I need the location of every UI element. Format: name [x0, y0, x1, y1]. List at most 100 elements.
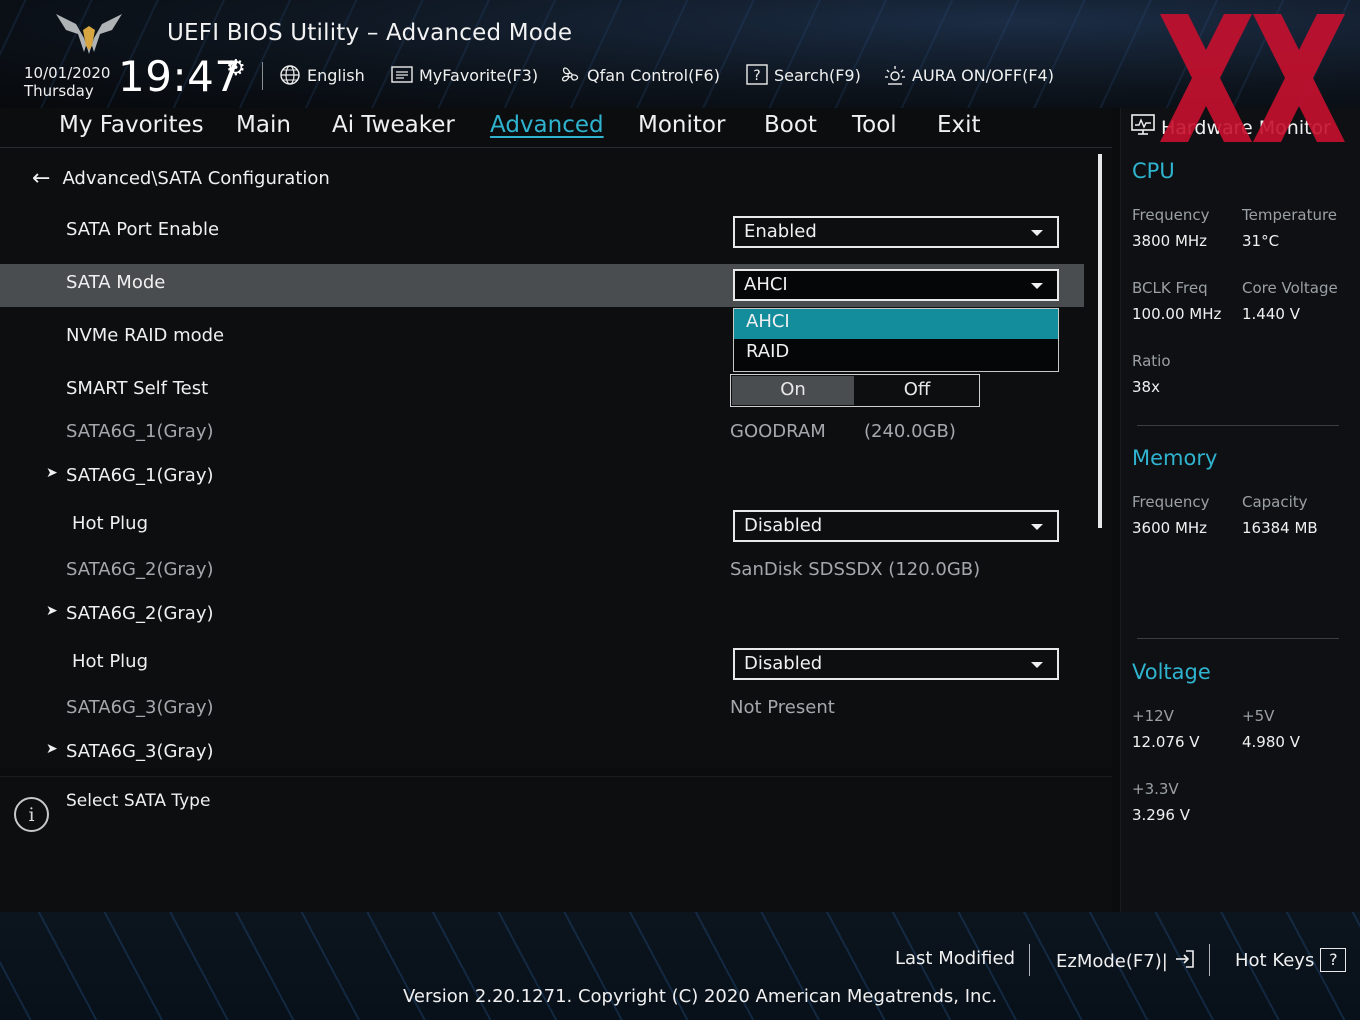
- chevron-right-icon: ➤: [46, 465, 58, 481]
- ratio-value: 38x: [1132, 378, 1160, 396]
- sata-mode-select[interactable]: AHCI: [733, 269, 1059, 301]
- sata-mode-value: AHCI: [744, 274, 788, 295]
- sata-mode-label: SATA Mode: [66, 272, 166, 293]
- tab-advanced[interactable]: Advanced: [490, 112, 604, 138]
- port3-submenu[interactable]: ➤ SATA6G_3(Gray): [46, 741, 214, 762]
- divider: [1029, 944, 1030, 976]
- toggle-off-option[interactable]: Off: [855, 375, 979, 406]
- aura-light-icon: [884, 64, 906, 86]
- divider: [1209, 944, 1210, 976]
- footer-bar: Last Modified EzMode(F7)| Hot Keys ? Ver…: [0, 912, 1360, 1020]
- cpu-heading: CPU: [1132, 159, 1175, 183]
- chevron-right-icon: ➤: [46, 603, 58, 619]
- v33-value: 3.296 V: [1132, 806, 1190, 824]
- smart-self-test-toggle[interactable]: On Off: [730, 374, 980, 407]
- scrollbar[interactable]: [1098, 154, 1102, 528]
- divider: [1137, 425, 1339, 426]
- breadcrumb: ← Advanced\SATA Configuration: [32, 167, 330, 189]
- monitor-icon: [1131, 114, 1155, 141]
- help-text: Select SATA Type: [66, 791, 211, 811]
- port2-hotplug-label: Hot Plug: [72, 651, 149, 672]
- settings-panel: ← Advanced\SATA Configuration SATA Port …: [0, 148, 1112, 768]
- sata-port-enable-value: Enabled: [744, 221, 817, 242]
- hardware-monitor-panel: Hardware Monitor CPU Frequency Temperatu…: [1120, 108, 1360, 912]
- memory-capacity-label: Capacity: [1242, 493, 1308, 511]
- tab-main[interactable]: Main: [236, 112, 291, 138]
- memory-frequency-label: Frequency: [1132, 493, 1210, 511]
- dropdown-option-ahci[interactable]: AHCI: [734, 309, 1058, 339]
- tuf-gaming-logo: [56, 14, 122, 54]
- app-title: UEFI BIOS Utility – Advanced Mode: [167, 20, 573, 46]
- last-modified-button[interactable]: Last Modified: [895, 948, 1015, 969]
- svg-text:?: ?: [753, 68, 760, 84]
- hot-keys-button[interactable]: Hot Keys ?: [1235, 948, 1347, 972]
- bclk-label: BCLK Freq: [1132, 279, 1208, 297]
- gear-icon[interactable]: ⚙: [226, 56, 246, 81]
- voltage-heading: Voltage: [1132, 660, 1211, 684]
- chevron-down-icon: [1031, 230, 1043, 236]
- toggle-on-option[interactable]: On: [731, 375, 855, 406]
- language-button[interactable]: English: [279, 63, 365, 87]
- nvme-raid-label: NVMe RAID mode: [66, 325, 225, 346]
- chevron-down-icon: [1031, 662, 1043, 668]
- tab-boot[interactable]: Boot: [764, 112, 817, 138]
- search-button[interactable]: ? Search(F9): [746, 63, 861, 87]
- cpu-temperature-label: Temperature: [1242, 206, 1338, 224]
- aura-toggle-button[interactable]: AURA ON/OFF(F4): [884, 63, 1054, 87]
- sata-port-enable-select[interactable]: Enabled: [733, 216, 1059, 248]
- myfavorite-label: MyFavorite(F3): [419, 65, 539, 85]
- globe-icon: [279, 64, 301, 86]
- chevron-right-icon: ➤: [46, 741, 58, 757]
- port2-hotplug-value: Disabled: [744, 653, 823, 674]
- hardware-monitor-header: Hardware Monitor: [1131, 114, 1331, 141]
- search-help-icon: ?: [746, 64, 768, 86]
- port1-device-name: GOODRAM: [730, 421, 826, 442]
- sata-port-enable-label: SATA Port Enable: [66, 219, 220, 240]
- qfan-label: Qfan Control(F6): [587, 65, 720, 85]
- dropdown-option-raid[interactable]: RAID: [734, 339, 1058, 369]
- memory-frequency-value: 3600 MHz: [1132, 519, 1208, 537]
- tab-tool[interactable]: Tool: [852, 112, 897, 138]
- port2-hotplug-select[interactable]: Disabled: [733, 648, 1059, 680]
- breadcrumb-path: Advanced\SATA Configuration: [62, 168, 330, 189]
- info-icon: i: [14, 797, 49, 832]
- back-arrow-icon[interactable]: ←: [32, 167, 50, 189]
- header-bar: UEFI BIOS Utility – Advanced Mode 10/01/…: [0, 0, 1360, 108]
- v33-label: +3.3V: [1132, 780, 1179, 798]
- version-text: Version 2.20.1271. Copyright (C) 2020 Am…: [403, 986, 998, 1007]
- port1-hotplug-select[interactable]: Disabled: [733, 510, 1059, 542]
- port2-submenu[interactable]: ➤ SATA6G_2(Gray): [46, 603, 214, 624]
- help-key-icon: ?: [1320, 948, 1347, 972]
- tab-ai-tweaker[interactable]: Ai Tweaker: [332, 112, 455, 138]
- fan-icon: [559, 64, 581, 86]
- port3-device-status: Not Present: [730, 697, 835, 718]
- bclk-value: 100.00 MHz: [1132, 305, 1222, 323]
- tab-monitor[interactable]: Monitor: [638, 112, 725, 138]
- memory-heading: Memory: [1132, 446, 1218, 470]
- clock-time[interactable]: 19:47: [118, 52, 242, 101]
- port2-submenu-label: SATA6G_2(Gray): [66, 603, 214, 624]
- date-display: 10/01/2020 Thursday: [24, 64, 110, 100]
- tab-my-favorites[interactable]: My Favorites: [59, 112, 204, 138]
- port1-submenu[interactable]: ➤ SATA6G_1(Gray): [46, 465, 214, 486]
- ezmode-button[interactable]: EzMode(F7)|: [1056, 948, 1196, 975]
- divider: [1137, 638, 1339, 639]
- port2-device-name: SanDisk SDSSDX (120.0GB): [730, 559, 981, 580]
- myfavorite-button[interactable]: MyFavorite(F3): [391, 63, 538, 87]
- date-value: 10/01/2020: [24, 64, 111, 82]
- v12-label: +12V: [1132, 707, 1174, 725]
- cpu-frequency-value: 3800 MHz: [1132, 232, 1208, 250]
- sata-mode-dropdown: AHCI RAID: [733, 308, 1059, 372]
- tab-exit[interactable]: Exit: [937, 112, 981, 138]
- cpu-temperature-value: 31°C: [1242, 232, 1280, 250]
- search-label: Search(F9): [774, 65, 861, 85]
- v12-value: 12.076 V: [1132, 733, 1200, 751]
- ezmode-label: EzMode(F7)|: [1056, 951, 1168, 972]
- core-voltage-label: Core Voltage: [1242, 279, 1338, 297]
- aura-label: AURA ON/OFF(F4): [912, 65, 1054, 85]
- qfan-control-button[interactable]: Qfan Control(F6): [559, 63, 720, 87]
- main-nav: My Favorites Main Ai Tweaker Advanced Mo…: [0, 108, 1112, 148]
- hardware-monitor-title: Hardware Monitor: [1161, 116, 1331, 139]
- port3-submenu-label: SATA6G_3(Gray): [66, 741, 214, 762]
- port1-info-label: SATA6G_1(Gray): [66, 421, 214, 442]
